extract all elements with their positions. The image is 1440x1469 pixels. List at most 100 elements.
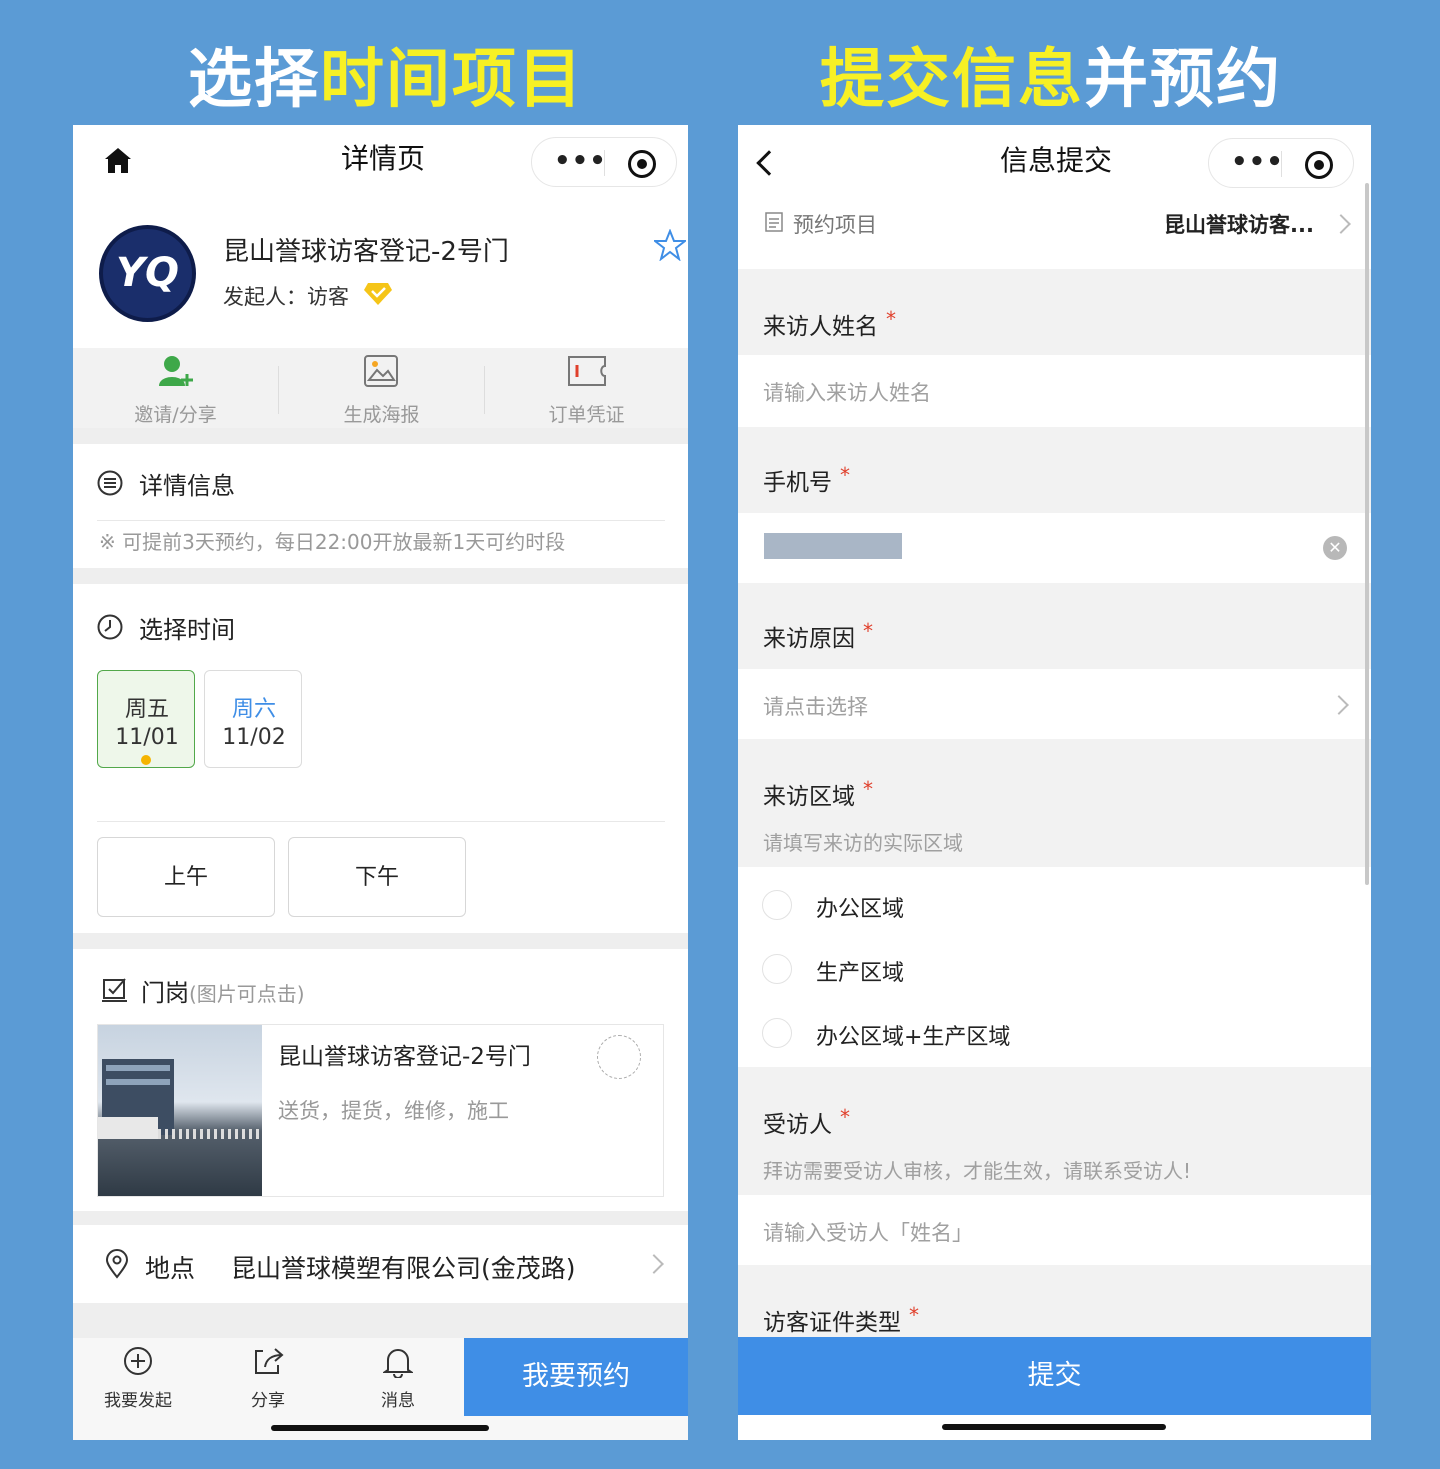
capsule-divider [604,150,605,176]
name-label: 来访人姓名 * [763,307,896,341]
nav-bar: 信息提交 ••• [738,125,1371,203]
area-label-text: 来访区域 [763,784,855,810]
time-section: 选择时间 周五 11/01 周六 11/02 上午 下午 [73,584,688,933]
reserve-button[interactable]: 我要预约 [464,1338,688,1416]
close-miniprogram-icon[interactable] [628,150,656,178]
required-mark: * [886,307,896,331]
section-gap [73,1211,688,1225]
chevron-right-icon [644,1254,664,1274]
morning-slot-button[interactable]: 上午 [97,837,275,917]
tab-messages-label: 消息 [381,1391,415,1411]
checkbox-icon [102,978,127,1002]
name-input[interactable]: 请输入来访人姓名 [738,355,1371,427]
order-voucher-action[interactable]: 订单凭证 [485,348,688,428]
gate-select-radio[interactable] [597,1035,641,1079]
reason-placeholder: 请点击选择 [763,695,868,719]
page-title: 详情页 [341,142,426,175]
project-value: 昆山誉球访客... [1164,213,1314,237]
more-icon[interactable]: ••• [554,146,607,176]
required-mark: * [840,463,850,487]
name-placeholder: 请输入来访人姓名 [763,381,931,405]
required-mark: * [909,1303,919,1327]
scrollbar[interactable] [1365,183,1369,885]
reason-label-text: 来访原因 [763,626,855,652]
host-placeholder: 请输入受访人「姓名」 [763,1221,973,1245]
section-gap [73,428,688,444]
gate-photo[interactable] [98,1025,262,1196]
id-type-label: 访客证件类型 * [763,1303,919,1337]
left-banner: 选择时间项目 [188,28,584,120]
area-option-production[interactable]: 生产区域 [738,949,1371,989]
clock-icon [97,614,123,640]
area-options: 办公区域 生产区域 办公区域+生产区域 [738,867,1371,1067]
gatehouse-shape [98,1117,158,1139]
activity-header: YQ 昆山誉球访客登记-2号门 发起人：访客 [73,201,688,348]
tab-initiate[interactable]: 我要发起 [93,1338,183,1418]
clear-input-icon[interactable]: ✕ [1323,536,1347,560]
day-option[interactable]: 周六 11/02 [204,670,302,768]
available-dot [141,755,151,765]
chevron-right-icon [1331,214,1351,234]
gate-heading: 门岗(图片可点击) [141,973,305,1008]
radio-button[interactable] [762,954,792,984]
favorite-star-icon[interactable] [654,229,686,261]
afternoon-slot-button[interactable]: 下午 [288,837,466,917]
section-gap [73,1303,688,1338]
host-label-text: 受访人 [763,1112,832,1138]
location-row[interactable]: 地点 昆山誉球模塑有限公司(金茂路) [73,1225,688,1303]
area-option-office[interactable]: 办公区域 [738,885,1371,925]
order-voucher-label: 订单凭证 [548,404,625,426]
phone-input[interactable]: ✕ [738,513,1371,583]
area-option-both[interactable]: 办公区域+生产区域 [738,1013,1371,1053]
submit-button[interactable]: 提交 [738,1337,1371,1415]
tab-messages[interactable]: 消息 [353,1338,443,1418]
detail-page-screen: 详情页 ••• YQ 昆山誉球访客登记-2号门 发起人：访客 邀请/分享 生成海… [73,125,688,1440]
location-pin-icon [105,1249,129,1279]
gate-heading-text: 门岗 [141,979,189,1007]
location-label: 地点 [145,1254,196,1283]
radio-button[interactable] [762,1018,792,1048]
more-icon[interactable]: ••• [1231,147,1284,177]
reason-select[interactable]: 请点击选择 [738,669,1371,739]
day-date: 11/01 [115,725,179,750]
phone-label-text: 手机号 [763,470,832,496]
radio-button[interactable] [762,890,792,920]
area-hint: 请填写来访的实际区域 [763,831,963,855]
verified-badge-icon [364,283,392,305]
invite-share-label: 邀请/分享 [134,404,217,426]
right-banner: 提交信息并预约 [820,28,1282,120]
capsule-menu[interactable]: ••• [1208,138,1354,188]
right-banner-white: 并预约 [1084,43,1282,117]
host-label-row: 受访人 * 拜访需要受访人审核，才能生效，请联系受访人! [738,1067,1371,1195]
home-indicator [271,1425,489,1431]
back-arrow-icon[interactable] [756,150,782,176]
image-icon [364,355,398,387]
poster-action[interactable]: 生成海报 [279,348,484,428]
right-banner-yellow: 提交信息 [820,43,1084,117]
page-title: 信息提交 [1000,144,1113,177]
day-option-selected[interactable]: 周五 11/01 [97,670,195,768]
invite-share-action[interactable]: 邀请/分享 [73,348,278,428]
details-heading: 详情信息 [139,472,235,500]
tab-share[interactable]: 分享 [223,1338,313,1418]
required-mark: * [863,777,873,801]
close-miniprogram-icon[interactable] [1305,151,1333,179]
project-row[interactable]: 预约项目 昆山誉球访客... [738,203,1371,269]
initiator-label: 发起人：访客 [223,285,349,309]
host-input[interactable]: 请输入受访人「姓名」 [738,1195,1371,1265]
divider [97,821,665,822]
location-value: 昆山誉球模塑有限公司(金茂路) [231,1254,576,1283]
gate-card[interactable]: 昆山誉球访客登记-2号门 送货，提货，维修，施工 [97,1024,664,1197]
action-row: 邀请/分享 生成海报 订单凭证 [73,348,688,428]
day-date: 11/02 [222,725,286,750]
phone-label-row: 手机号 * [738,427,1371,513]
home-icon[interactable] [103,145,133,175]
name-label-text: 来访人姓名 [763,314,878,340]
reason-label: 来访原因 * [763,619,873,653]
submit-page-screen: 信息提交 ••• 预约项目 昆山誉球访客... 来访人姓名 * 请输入来访人姓名 … [738,125,1371,1440]
reason-label-row: 来访原因 * [738,583,1371,669]
poster-label: 生成海报 [343,404,420,426]
divider [97,520,665,521]
chevron-right-icon [1329,695,1349,715]
capsule-menu[interactable]: ••• [531,137,677,187]
